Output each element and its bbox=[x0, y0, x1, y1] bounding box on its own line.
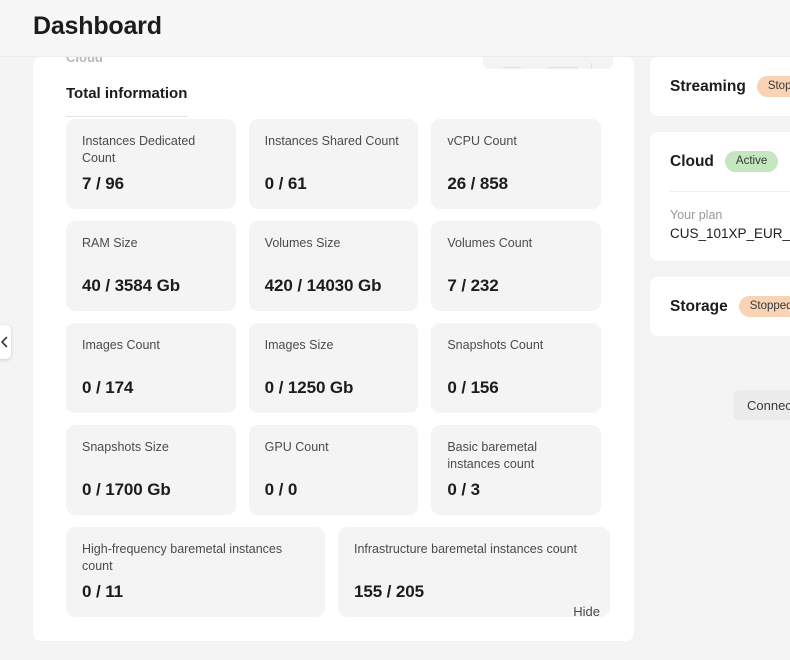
metric-card: High-frequency baremetal instances count… bbox=[66, 527, 325, 617]
section-underline bbox=[66, 116, 188, 117]
ghost-control-line-b bbox=[548, 67, 578, 68]
metric-value: 0 / 156 bbox=[447, 378, 585, 398]
metric-value: 0 / 174 bbox=[82, 378, 220, 398]
metric-card: Basic baremetal instances count 0 / 3 bbox=[431, 425, 601, 515]
service-card-header: Streaming Stopped bbox=[650, 57, 790, 116]
metrics-row: Images Count 0 / 174 Images Size 0 / 1250 G… bbox=[66, 323, 601, 413]
metrics-row-wide: High-frequency baremetal instances count… bbox=[66, 527, 601, 617]
connect-button[interactable]: Connect bbox=[733, 390, 790, 420]
status-badge: Stopped bbox=[757, 76, 790, 97]
service-name: Cloud bbox=[670, 153, 714, 171]
metric-value: 0 / 1700 Gb bbox=[82, 480, 220, 500]
metric-card: Volumes Size 420 / 14030 Gb bbox=[249, 221, 419, 311]
metric-value: 0 / 11 bbox=[82, 582, 309, 602]
service-card[interactable]: Storage Stopped bbox=[650, 277, 790, 336]
metric-label: vCPU Count bbox=[447, 133, 585, 150]
metric-card: vCPU Count 26 / 858 bbox=[431, 119, 601, 209]
metric-card: Images Size 0 / 1250 Gb bbox=[249, 323, 419, 413]
service-name: Streaming bbox=[670, 78, 746, 96]
metric-label: Volumes Size bbox=[265, 235, 403, 252]
metric-card: Instances Dedicated Count 7 / 96 bbox=[66, 119, 236, 209]
metric-label: Images Count bbox=[82, 337, 220, 354]
service-plan-section: Your plan CUS_101XP_EUR_CI bbox=[650, 192, 790, 261]
metric-label: Basic baremetal instances count bbox=[447, 439, 585, 473]
metric-value: 7 / 96 bbox=[82, 174, 220, 194]
dashboard-root: Dashboard Cloud Total information Instan… bbox=[0, 0, 790, 660]
service-card-header: Storage Stopped bbox=[650, 277, 790, 336]
metric-card: Instances Shared Count 0 / 61 bbox=[249, 119, 419, 209]
metric-value: 7 / 232 bbox=[447, 276, 585, 296]
chevron-left-icon bbox=[0, 336, 8, 348]
status-badge: Active bbox=[725, 151, 778, 172]
metric-value: 0 / 1250 Gb bbox=[265, 378, 403, 398]
metric-label: Instances Dedicated Count bbox=[82, 133, 220, 167]
metric-label: High-frequency baremetal instances count bbox=[82, 541, 309, 575]
status-badge: Stopped bbox=[739, 296, 790, 317]
metric-card: Snapshots Size 0 / 1700 Gb bbox=[66, 425, 236, 515]
metric-card: Infrastructure baremetal instances count… bbox=[338, 527, 610, 617]
total-information-panel: Cloud Total information Instances Dedica… bbox=[33, 57, 634, 641]
ghost-section-label: Cloud bbox=[66, 57, 103, 65]
plan-value: CUS_101XP_EUR_CI bbox=[670, 226, 790, 241]
ghost-control-line-c bbox=[591, 63, 592, 69]
metric-label: Snapshots Count bbox=[447, 337, 585, 354]
section-title: Total information bbox=[66, 85, 187, 111]
metric-value: 0 / 61 bbox=[265, 174, 403, 194]
service-name: Storage bbox=[670, 298, 728, 316]
metrics-row: Instances Dedicated Count7 / 96Instances… bbox=[66, 119, 601, 209]
metric-label: RAM Size bbox=[82, 235, 220, 252]
metric-value: 420 / 14030 Gb bbox=[265, 276, 403, 296]
metric-label: Instances Shared Count bbox=[265, 133, 403, 150]
metric-label: Infrastructure baremetal instances count bbox=[354, 541, 594, 558]
plan-label: Your plan bbox=[670, 208, 790, 222]
metric-card: Volumes Count 7 / 232 bbox=[431, 221, 601, 311]
metric-card: GPU Count 0 / 0 bbox=[249, 425, 419, 515]
service-card[interactable]: Cloud Active Your plan CUS_101XP_EUR_CI bbox=[650, 132, 790, 261]
metric-label: GPU Count bbox=[265, 439, 403, 456]
page-header: Dashboard bbox=[0, 0, 790, 57]
service-card-header: Cloud Active bbox=[650, 132, 790, 191]
sidebar-rail bbox=[0, 57, 33, 660]
sidebar-collapse-toggle[interactable] bbox=[0, 325, 11, 359]
metric-card: RAM Size 40 / 3584 Gb bbox=[66, 221, 236, 311]
metric-value: 40 / 3584 Gb bbox=[82, 276, 220, 296]
metric-card: Snapshots Count 0 / 156 bbox=[431, 323, 601, 413]
metrics-grid: Instances Dedicated Count7 / 96Instances… bbox=[66, 119, 601, 629]
ghost-control-line-a bbox=[503, 67, 521, 68]
page-title: Dashboard bbox=[33, 12, 162, 41]
metric-value: 0 / 3 bbox=[447, 480, 585, 500]
scrolled-content-sliver: Cloud bbox=[33, 57, 634, 69]
metrics-row: Snapshots Size 0 / 1700 Gb GPU Count 0 / 0 B… bbox=[66, 425, 601, 515]
metric-value: 155 / 205 bbox=[354, 582, 594, 602]
metric-label: Volumes Count bbox=[447, 235, 585, 252]
services-column: Streaming Stopped Cloud Active Your plan CUS_… bbox=[650, 57, 790, 352]
metric-card: Images Count 0 / 174 bbox=[66, 323, 236, 413]
metric-label: Images Size bbox=[265, 337, 403, 354]
hide-link[interactable]: Hide bbox=[573, 604, 600, 619]
metric-value: 0 / 0 bbox=[265, 480, 403, 500]
metric-value: 26 / 858 bbox=[447, 174, 585, 194]
service-card[interactable]: Streaming Stopped bbox=[650, 57, 790, 116]
section-header: Total information bbox=[66, 85, 601, 111]
metrics-row: RAM Size 40 / 3584 Gb Volumes Size 420 / 14… bbox=[66, 221, 601, 311]
metric-label: Snapshots Size bbox=[82, 439, 220, 456]
